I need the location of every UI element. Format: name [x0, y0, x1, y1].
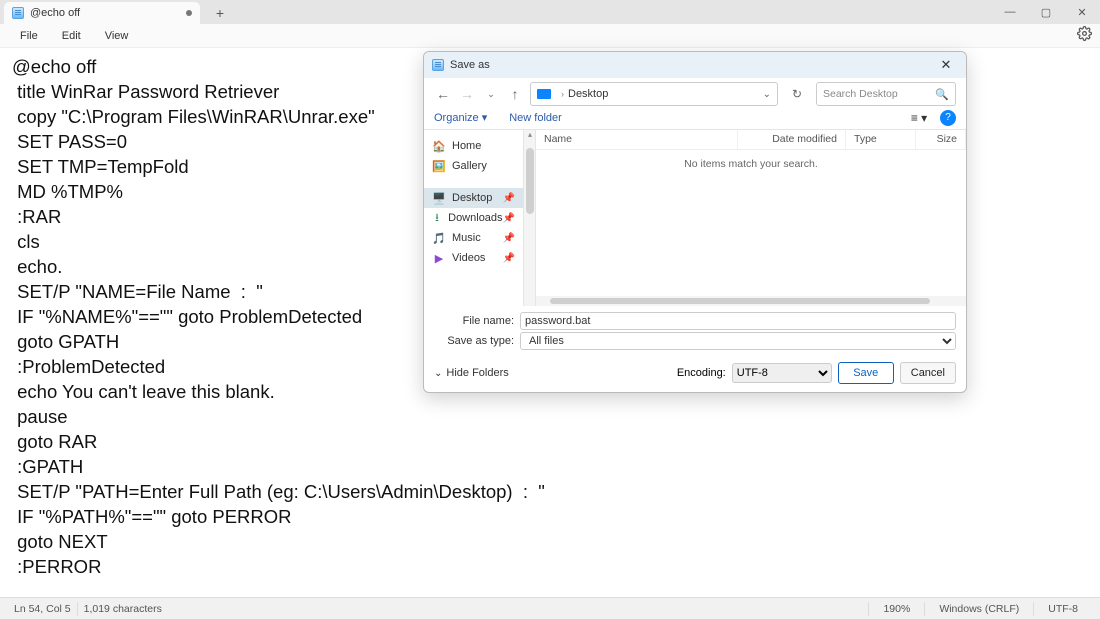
save-as-dialog: Save as ✕ ← → ⌄ ↑ › Desktop ⌄ ↻ Search D… — [423, 51, 967, 393]
hide-folders-toggle[interactable]: ⌄ Hide Folders — [434, 367, 509, 379]
scroll-thumb[interactable] — [526, 148, 534, 214]
search-placeholder: Search Desktop — [823, 88, 898, 100]
col-type[interactable]: Type — [846, 130, 916, 149]
encoding-select[interactable]: UTF-8 — [732, 363, 832, 383]
encoding-label: Encoding: — [677, 367, 726, 379]
maximize-button[interactable]: ▢ — [1028, 0, 1064, 24]
saveastype-label: Save as type: — [434, 335, 520, 347]
chevron-right-icon: › — [561, 89, 564, 99]
cancel-button[interactable]: Cancel — [900, 362, 956, 384]
status-bar: Ln 54, Col 5 1,019 characters 190% Windo… — [0, 597, 1100, 619]
dialog-close-button[interactable]: ✕ — [934, 57, 958, 73]
chevron-down-icon[interactable]: ⌄ — [763, 89, 771, 100]
tab-title: @echo off — [30, 7, 80, 19]
pin-icon: 📌 — [503, 253, 515, 264]
status-eol: Windows (CRLF) — [924, 602, 1033, 616]
editor-line: goto NEXT — [12, 529, 1088, 554]
tab-modified-dot — [186, 10, 192, 16]
pin-icon: 📌 — [503, 213, 515, 224]
saveastype-select[interactable]: All files — [520, 332, 956, 350]
pin-icon: 📌 — [503, 233, 515, 244]
col-name[interactable]: Name — [536, 130, 738, 149]
pin-icon: 📌 — [503, 193, 515, 204]
minimize-button[interactable]: — — [992, 0, 1028, 24]
settings-gear-icon[interactable] — [1077, 26, 1092, 46]
editor-line: goto RAR — [12, 429, 1088, 454]
chevron-down-icon: ⌄ — [434, 368, 442, 379]
help-button[interactable]: ? — [940, 110, 956, 126]
gallery-icon: 🖼️ — [432, 160, 446, 172]
editor-line: pause — [12, 404, 1088, 429]
music-icon: 🎵 — [432, 232, 446, 244]
status-encoding: UTF-8 — [1033, 602, 1092, 616]
nav-downloads[interactable]: ⭳Downloads📌 — [424, 208, 523, 228]
new-folder-button[interactable]: New folder — [509, 112, 562, 124]
nav-music[interactable]: 🎵Music📌 — [424, 228, 523, 248]
notepad-icon — [12, 7, 24, 19]
editor-line: :GPATH — [12, 454, 1088, 479]
search-icon: 🔍 — [935, 88, 949, 101]
editor-line: SET/P "PATH=Enter Full Path (eg: C:\User… — [12, 479, 1088, 504]
nav-back-button[interactable]: ← — [434, 85, 452, 103]
nav-recent-button[interactable]: ⌄ — [482, 85, 500, 103]
status-cursor-pos: Ln 54, Col 5 — [8, 602, 78, 616]
menu-edit[interactable]: Edit — [50, 28, 93, 44]
organize-menu[interactable]: Organize ▾ — [434, 111, 487, 124]
nav-home[interactable]: 🏠Home — [424, 136, 523, 156]
editor-line: IF "%PATH%"=="" goto PERROR — [12, 504, 1088, 529]
document-tab[interactable]: @echo off — [4, 2, 200, 24]
close-window-button[interactable]: ✕ — [1064, 0, 1100, 24]
nav-pane: 🏠Home 🖼️Gallery 🖥️Desktop📌 ⭳Downloads📌 🎵… — [424, 130, 524, 306]
desktop-icon: 🖥️ — [432, 192, 446, 204]
search-input[interactable]: Search Desktop 🔍 — [816, 82, 956, 106]
scroll-up-icon[interactable]: ▴ — [524, 130, 536, 140]
dialog-title: Save as — [450, 59, 490, 71]
menu-view[interactable]: View — [93, 28, 141, 44]
new-tab-button[interactable]: + — [208, 2, 232, 24]
download-icon: ⭳ — [432, 212, 442, 224]
col-size[interactable]: Size — [916, 130, 966, 149]
file-list-header: Name Date modified Type Size — [536, 130, 966, 150]
address-path: Desktop — [568, 88, 608, 100]
view-options-button[interactable]: ≡ ▾ — [908, 111, 930, 125]
filename-label: File name: — [434, 315, 520, 327]
empty-list-message: No items match your search. — [536, 150, 966, 296]
file-list-hscroll[interactable] — [536, 296, 966, 306]
menu-bar: File Edit View — [0, 24, 1100, 48]
status-char-count: 1,019 characters — [78, 602, 168, 616]
save-button[interactable]: Save — [838, 362, 894, 384]
status-zoom[interactable]: 190% — [868, 602, 924, 616]
address-bar[interactable]: › Desktop ⌄ — [530, 82, 778, 106]
nav-up-button[interactable]: ↑ — [506, 85, 524, 103]
notepad-icon — [432, 59, 444, 71]
nav-forward-button[interactable]: → — [458, 85, 476, 103]
hscroll-thumb[interactable] — [550, 298, 930, 304]
refresh-button[interactable]: ↻ — [788, 85, 806, 103]
folder-icon — [537, 89, 551, 99]
dialog-title-bar: Save as ✕ — [424, 52, 966, 78]
home-icon: 🏠 — [432, 140, 446, 152]
menu-file[interactable]: File — [8, 28, 50, 44]
editor-line: :PERROR — [12, 554, 1088, 579]
filename-input[interactable] — [520, 312, 956, 330]
nav-scroll-bar[interactable]: ▴ — [524, 130, 536, 306]
video-icon: ▶ — [432, 252, 446, 264]
nav-desktop[interactable]: 🖥️Desktop📌 — [424, 188, 523, 208]
col-date[interactable]: Date modified — [738, 130, 846, 149]
title-bar: @echo off + — ▢ ✕ — [0, 0, 1100, 24]
nav-videos[interactable]: ▶Videos📌 — [424, 248, 523, 268]
nav-gallery[interactable]: 🖼️Gallery — [424, 156, 523, 176]
